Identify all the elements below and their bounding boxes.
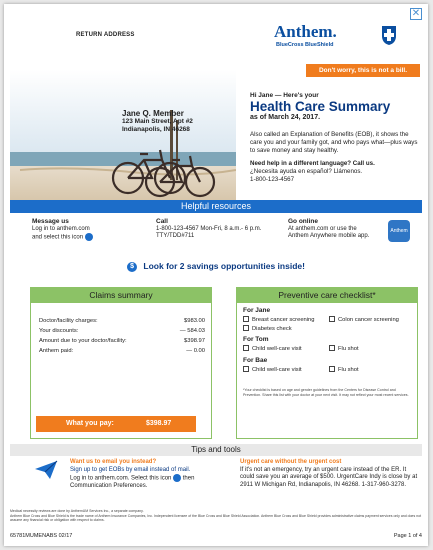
claims-row: Anthem paid: — 0.00	[39, 348, 205, 354]
message-icon	[173, 474, 182, 482]
greeting: Hi Jane — Here's your	[250, 92, 319, 99]
resource-call-head: Call	[156, 218, 168, 225]
dollar-icon: $	[127, 261, 138, 272]
claims-summary-title: Claims summary	[31, 288, 211, 303]
close-icon[interactable]: ✕	[410, 8, 422, 20]
checkbox[interactable]	[329, 345, 335, 351]
address-line-1: 123 Main Street, Apt #2	[122, 118, 193, 125]
savings-text: Look for 2 savings opportunities inside!	[143, 261, 305, 271]
beach-bicycles-photo	[10, 70, 236, 204]
preventive-care-box: Preventive care checklist* For Jane Brea…	[236, 287, 418, 439]
checklist-footnote: *Your checklist is based on age and gend…	[243, 388, 409, 397]
checkbox[interactable]	[243, 366, 249, 372]
what-you-pay-label: What you pay:	[66, 420, 114, 427]
checklist-item[interactable]: Diabetes check	[243, 325, 292, 332]
address-line-2: Indianapolis, IN 46268	[122, 126, 190, 133]
anthem-logo: Anthem. BlueCross BlueShield	[274, 22, 396, 52]
language-spanish: ¿Necesita ayuda en español? Llámenos.	[250, 168, 363, 175]
page-title: Health Care Summary	[250, 99, 391, 114]
tips-and-tools-heading: Tips and tools	[10, 444, 422, 456]
as-of-date: as of March 24, 2017.	[250, 114, 321, 121]
resource-message-line2: and select this icon	[32, 234, 84, 241]
blue-cross-shield-icon	[382, 26, 396, 45]
message-icon	[84, 233, 93, 241]
intro-column: Hi Jane — Here's your Health Care Summar…	[250, 92, 422, 184]
checklist-item[interactable]: Colon cancer screening	[329, 316, 399, 323]
logo-subtitle: BlueCross BlueShield	[276, 42, 334, 48]
checklist-item[interactable]: Child well-care visit	[243, 366, 302, 373]
claims-row-label: Your discounts:	[39, 328, 79, 334]
app-icon-label: Anthem	[390, 228, 408, 234]
language-question: Need help in a different language? Call …	[250, 160, 375, 167]
resource-online-line1[interactable]: At anthem.com or use the	[288, 226, 357, 232]
urgent-care-tip: Urgent care without the urgent cost If i…	[240, 459, 422, 489]
checklist-item[interactable]: Child well-care visit	[243, 345, 302, 352]
claims-row-value: $983.00	[184, 318, 205, 324]
language-help: Need help in a different language? Call …	[250, 160, 422, 184]
page-number: Page 1 of 4	[393, 533, 422, 539]
checklist-item[interactable]: Flu shot	[329, 366, 359, 373]
email-tip: Want us to email you instead? Sign up to…	[70, 459, 218, 491]
intro-paragraph: Also called an Explanation of Benefits (…	[250, 131, 418, 154]
checklist-person-bae: For Bae	[243, 357, 268, 364]
preventive-care-title: Preventive care checklist*	[237, 288, 417, 303]
checkbox[interactable]	[329, 316, 335, 322]
legal-line-2: Anthem Blue Cross and Blue Shield is the…	[10, 513, 422, 523]
checklist-item[interactable]: Breast cancer screening	[243, 316, 315, 323]
claims-row-label: Doctor/facility charges:	[39, 318, 98, 324]
helpful-resources-heading: Helpful resources	[10, 200, 422, 213]
checkbox[interactable]	[243, 325, 249, 331]
mailing-address: Jane Q. Member 123 Main Street, Apt #2 I…	[122, 110, 193, 134]
claims-row: Doctor/facility charges: $983.00	[39, 318, 205, 324]
claims-row-value: $398.97	[184, 338, 205, 344]
claims-row: Your discounts: — 584.03	[39, 328, 205, 334]
checklist-person-tom: For Tom	[243, 336, 269, 343]
page-footer: 65781MUMENABS 02/17 Page 1 of 4	[10, 533, 422, 539]
resource-message-head: Message us	[32, 218, 69, 225]
urgent-care-body: If it's not an emergency, try an urgent …	[240, 466, 418, 488]
claims-row: Amount due to your doctor/facility: $398…	[39, 338, 205, 344]
eob-page: ✕ RETURN ADDRESS Anthem. BlueCross BlueS…	[4, 4, 428, 546]
legal-disclaimer: Medical necessity reviews are done by An…	[10, 509, 422, 523]
savings-callout: $ Look for 2 savings opportunities insid…	[4, 261, 428, 272]
resource-go-online: Go online At anthem.com or use the Anthe…	[288, 218, 369, 241]
resource-call: Call 1-800-123-4567 Mon-Fri, 8 a.m.- 6 p…	[156, 218, 261, 241]
not-a-bill-banner: Don't worry, this is not a bill.	[306, 64, 420, 77]
document-code: 65781MUMENABS 02/17	[10, 533, 73, 539]
resource-online-line2: Anthem Anywhere mobile app.	[288, 233, 370, 239]
resource-online-head: Go online	[288, 218, 318, 225]
what-you-pay-bar: What you pay: $398.97	[36, 416, 196, 432]
resource-message-us: Message us Log in to anthem.com and sele…	[32, 218, 93, 242]
return-address: RETURN ADDRESS	[76, 32, 135, 38]
claims-row-label: Anthem paid:	[39, 348, 74, 354]
email-tip-heading: Want us to email you instead?	[70, 459, 157, 465]
member-name: Jane Q. Member	[122, 109, 184, 118]
email-tip-line2[interactable]: Log in to anthem.com. Select this icon	[70, 476, 171, 482]
resource-message-line1[interactable]: Log in to anthem.com	[32, 226, 90, 232]
checkbox[interactable]	[329, 366, 335, 372]
checkbox[interactable]	[243, 345, 249, 351]
resource-call-line1[interactable]: 1-800-123-4567 Mon-Fri, 8 a.m.- 6 p.m.	[156, 226, 261, 232]
language-phone[interactable]: 1-800-123-4567	[250, 176, 294, 183]
checklist-person-jane: For Jane	[243, 307, 271, 314]
urgent-care-heading: Urgent care without the urgent cost	[240, 459, 342, 465]
logo-wordmark: Anthem.	[274, 22, 337, 41]
resource-call-line2: TTY/TDD#711	[156, 233, 195, 239]
checklist-item[interactable]: Flu shot	[329, 345, 359, 352]
checkbox[interactable]	[243, 316, 249, 322]
claims-row-value: — 584.03	[179, 328, 205, 334]
what-you-pay-value: $398.97	[146, 420, 172, 427]
claims-row-label: Amount due to your doctor/facility:	[39, 338, 127, 344]
anthem-app-icon: Anthem	[388, 220, 410, 242]
email-tip-line1: Sign up to get EOBs by email instead of …	[70, 466, 191, 473]
paper-plane-icon	[35, 460, 58, 479]
claims-row-value: — 0.00	[186, 348, 205, 354]
